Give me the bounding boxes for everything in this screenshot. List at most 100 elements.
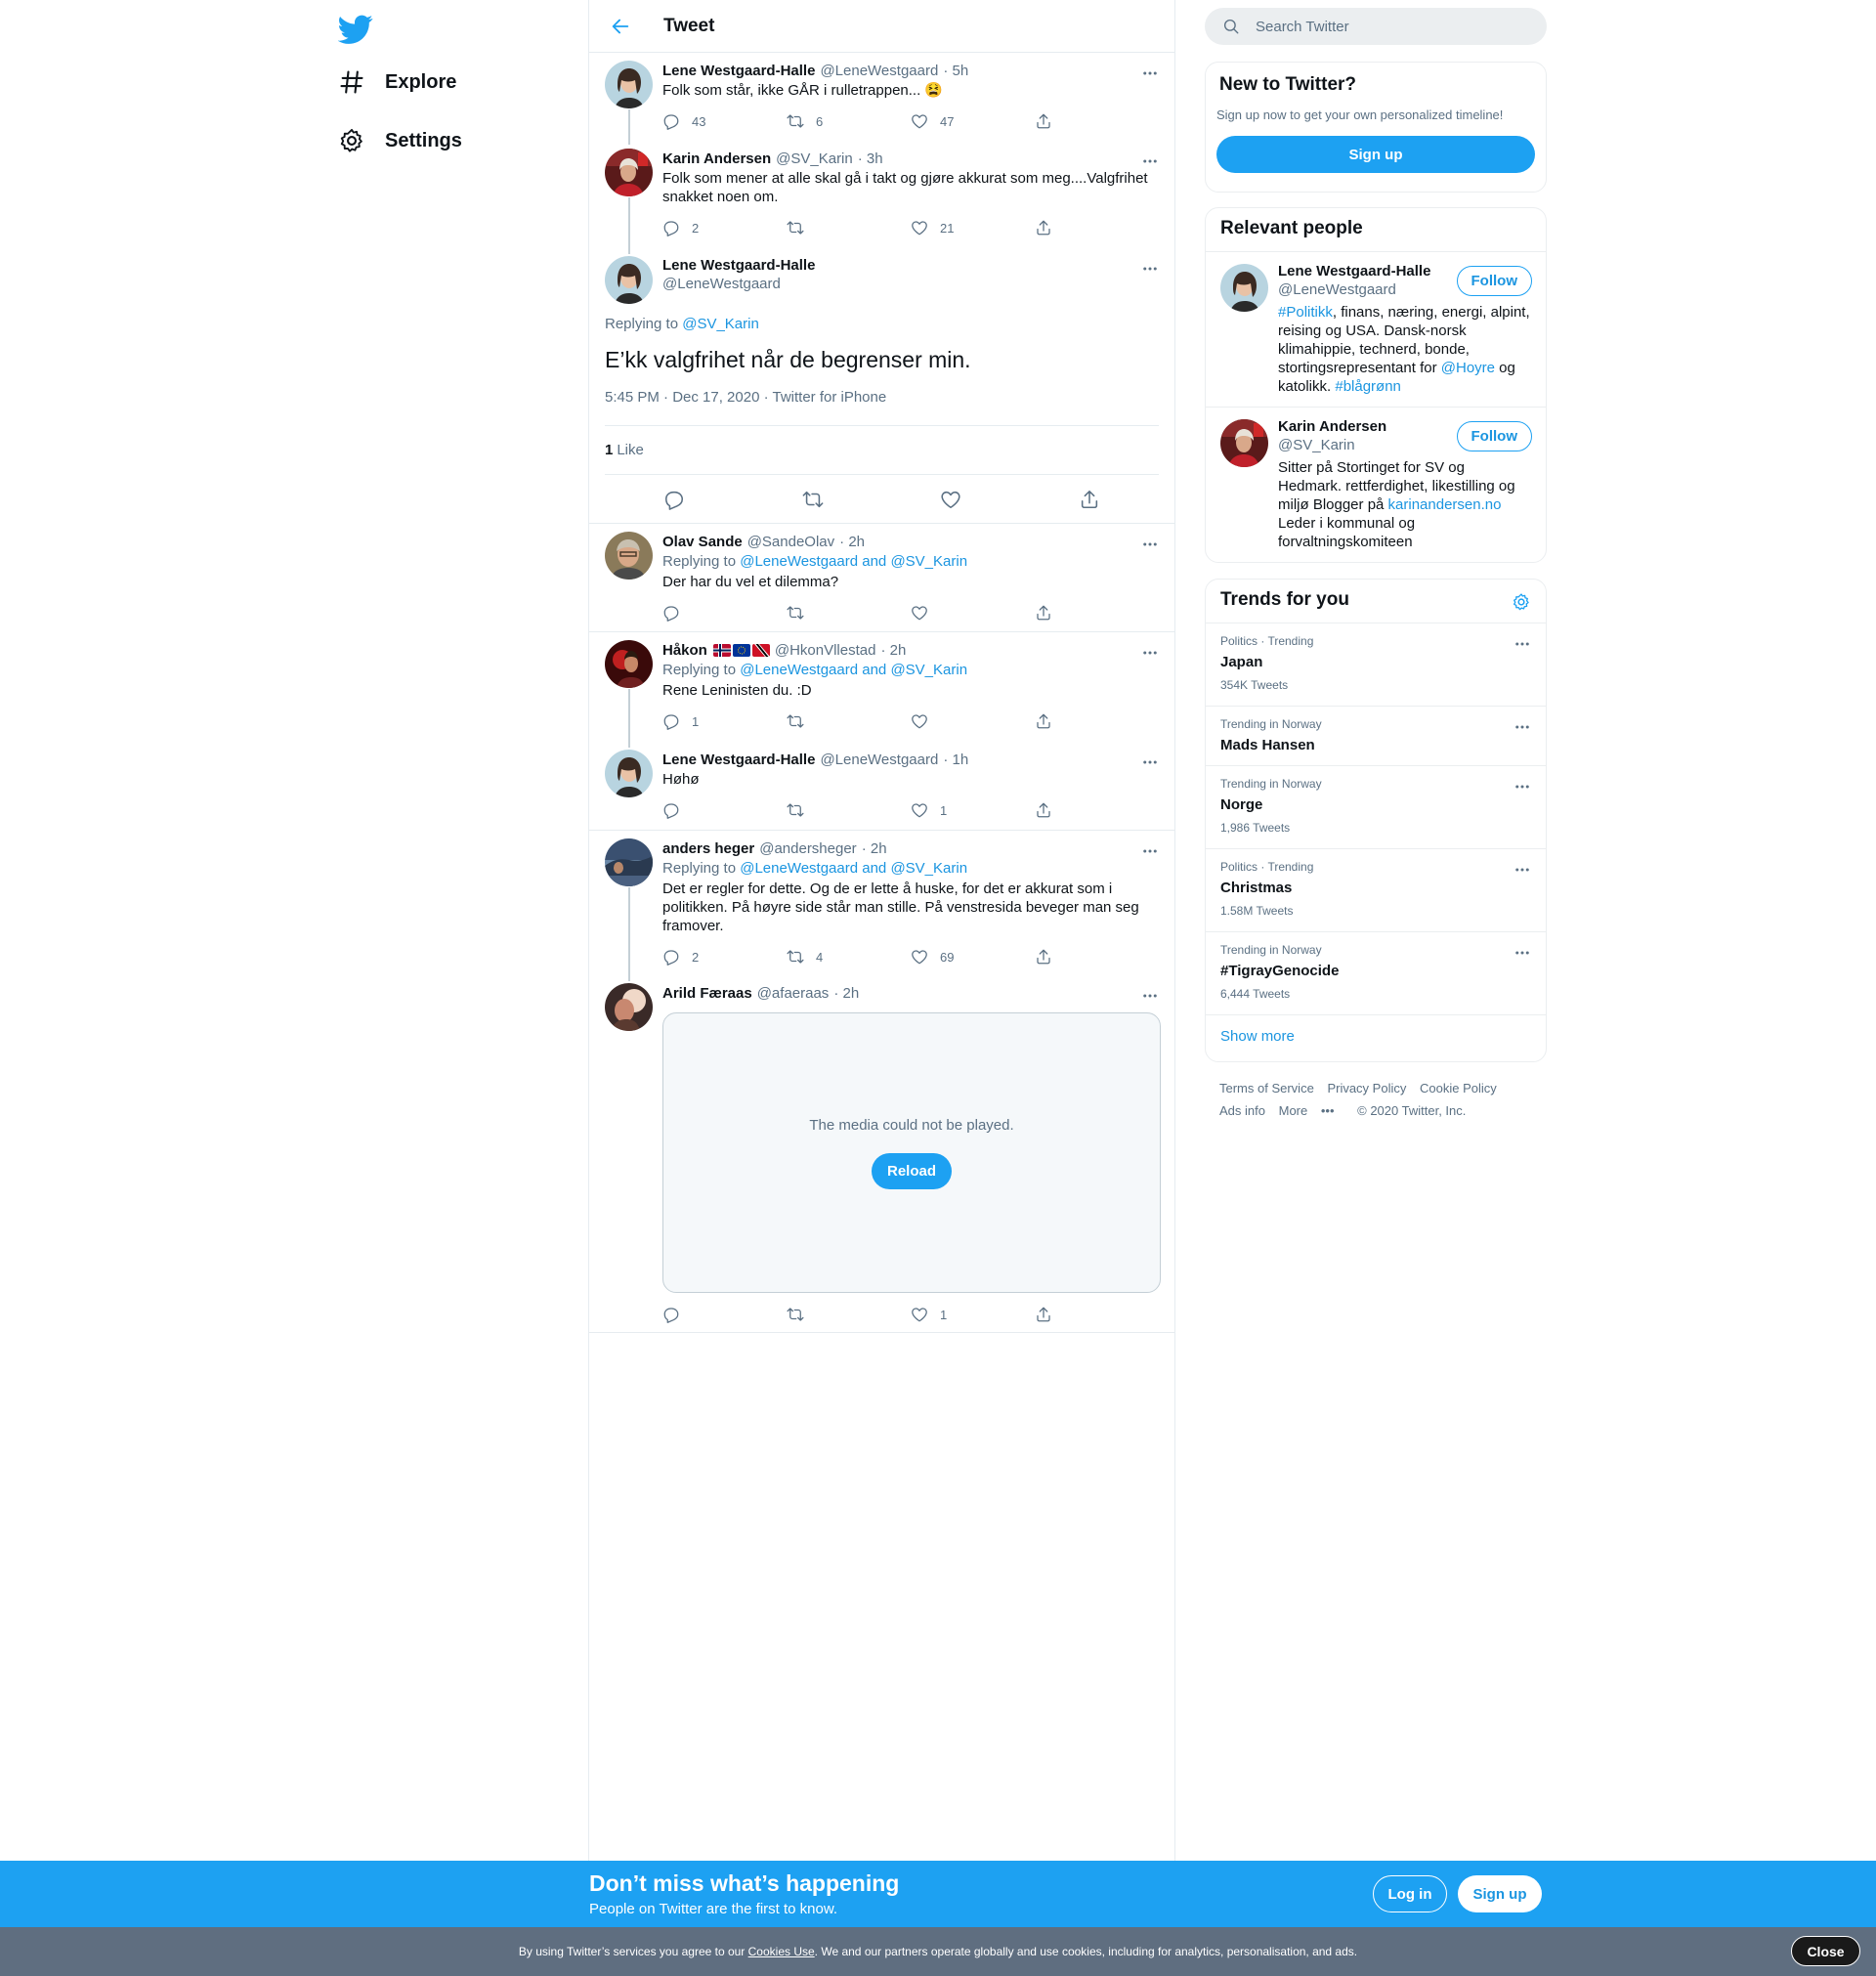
avatar[interactable] [1220, 264, 1268, 312]
avatar[interactable] [605, 61, 653, 108]
tweet-time[interactable]: · 5h [943, 63, 968, 79]
like-button[interactable]: 47 [911, 112, 1035, 130]
retweet-button[interactable] [787, 712, 911, 730]
person-item[interactable]: Follow Lene Westgaard-Halle @LeneWestgaa… [1206, 252, 1546, 408]
user-handle[interactable]: @HkonVllestad [775, 642, 876, 659]
more-icon[interactable] [1514, 944, 1531, 962]
user-handle[interactable]: @SV_Karin [776, 150, 853, 167]
reply-button[interactable] [662, 801, 787, 819]
reply-button[interactable]: 2 [662, 948, 787, 966]
user-handle[interactable]: @LeneWestgaard [662, 275, 1159, 293]
avatar[interactable] [605, 750, 653, 797]
replying-to-link[interactable]: @SV_Karin [682, 316, 759, 332]
share-button[interactable] [1035, 604, 1159, 622]
twitter-logo-icon[interactable] [338, 12, 373, 47]
reply-button[interactable]: 1 [662, 712, 787, 730]
sign-up-button[interactable]: Sign up [1216, 136, 1535, 173]
avatar[interactable] [605, 983, 653, 1031]
user-name[interactable]: Olav Sande [662, 534, 743, 550]
banner-sign-up-button[interactable]: Sign up [1458, 1875, 1542, 1912]
share-icon[interactable] [1079, 489, 1100, 510]
retweet-button[interactable] [787, 1306, 911, 1323]
trend-item[interactable]: Trending in Norway Norge 1,986 Tweets [1206, 766, 1546, 849]
tweet-time[interactable]: · 2h [839, 534, 865, 550]
retweet-button[interactable]: 4 [787, 948, 911, 966]
tweet-timestamp[interactable]: 5:45 PM · Dec 17, 2020 · Twitter for iPh… [605, 389, 1159, 406]
reload-button[interactable]: Reload [871, 1152, 952, 1189]
tweet[interactable]: Lene Westgaard-Halle @LeneWestgaard · 5h… [589, 53, 1174, 143]
user-name[interactable]: Lene Westgaard-Halle [662, 752, 815, 768]
tweet[interactable]: Arild Færaas @afaeraas · 2h The media co… [589, 975, 1174, 1333]
share-button[interactable] [1035, 712, 1159, 730]
trend-item[interactable]: Politics · Trending Japan 354K Tweets [1206, 623, 1546, 707]
share-button[interactable] [1035, 219, 1159, 236]
mention-link[interactable]: @Hoyre [1441, 360, 1495, 376]
user-name[interactable]: Lene Westgaard-Halle [662, 63, 815, 79]
user-name[interactable]: Karin Andersen [662, 150, 771, 167]
like-button[interactable] [911, 712, 1035, 730]
avatar[interactable] [605, 838, 653, 886]
reply-button[interactable]: 2 [662, 219, 787, 236]
more-icon[interactable] [1141, 536, 1159, 553]
reply-button[interactable] [662, 604, 787, 622]
footer-link-more[interactable]: More ••• [1279, 1103, 1344, 1118]
cookies-use-link[interactable]: Cookies Use [748, 1945, 815, 1958]
user-name[interactable]: anders heger [662, 840, 754, 857]
more-icon[interactable] [1141, 987, 1159, 1005]
more-icon[interactable] [1141, 64, 1159, 82]
avatar[interactable] [605, 640, 653, 688]
tweet[interactable]: Olav Sande @SandeOlav · 2h Replying to @… [589, 524, 1174, 632]
more-icon[interactable] [1514, 778, 1531, 795]
user-handle[interactable]: @afaeraas [757, 985, 830, 1002]
footer-link-cookie[interactable]: Cookie Policy [1420, 1081, 1497, 1095]
back-button[interactable] [603, 9, 638, 44]
avatar[interactable] [605, 149, 653, 196]
reply-button[interactable]: 43 [662, 112, 787, 130]
user-handle[interactable]: @LeneWestgaard [820, 63, 938, 79]
log-in-button[interactable]: Log in [1373, 1875, 1447, 1912]
more-icon[interactable] [1141, 152, 1159, 170]
like-button[interactable]: 1 [911, 1306, 1035, 1323]
more-icon[interactable] [1141, 753, 1159, 771]
avatar[interactable] [1220, 419, 1268, 467]
avatar[interactable] [605, 256, 653, 304]
gear-icon[interactable] [1512, 592, 1531, 612]
trend-item[interactable]: Trending in Norway Mads Hansen [1206, 707, 1546, 766]
like-button[interactable]: 69 [911, 948, 1035, 966]
tweet[interactable]: Håkon @HkonVllestad · 2h Replying to @Le… [589, 632, 1174, 744]
replying-to-link[interactable]: @LeneWestgaard and @SV_Karin [740, 553, 967, 570]
retweet-button[interactable] [787, 604, 911, 622]
avatar[interactable] [605, 532, 653, 580]
tweet-time[interactable]: · 2h [880, 642, 906, 659]
retweet-button[interactable] [787, 219, 911, 236]
retweet-icon[interactable] [802, 489, 824, 510]
like-icon[interactable] [940, 489, 961, 510]
hashtag-link[interactable]: #Politikk [1278, 304, 1333, 321]
person-item[interactable]: Follow Karin Andersen @SV_Karin Sitter p… [1206, 408, 1546, 562]
nav-explore[interactable]: Explore [338, 61, 456, 104]
share-button[interactable] [1035, 801, 1159, 819]
tweet[interactable]: Karin Andersen @SV_Karin · 3h Folk som m… [589, 141, 1174, 250]
replying-to-link[interactable]: @LeneWestgaard and @SV_Karin [740, 860, 967, 877]
footer-link-terms[interactable]: Terms of Service [1219, 1081, 1314, 1095]
tweet-time[interactable]: · 2h [862, 840, 887, 857]
user-name[interactable]: Arild Færaas [662, 985, 752, 1002]
more-icon[interactable] [1514, 635, 1531, 653]
tweet-time[interactable]: · 3h [858, 150, 883, 167]
tweet-stats[interactable]: 1 Like [605, 425, 1159, 475]
reply-icon[interactable] [663, 489, 685, 510]
follow-button[interactable]: Follow [1456, 266, 1532, 296]
footer-link-privacy[interactable]: Privacy Policy [1327, 1081, 1406, 1095]
nav-settings[interactable]: Settings [338, 119, 462, 162]
share-button[interactable] [1035, 112, 1159, 130]
show-more-link[interactable]: Show more [1206, 1015, 1546, 1057]
user-name[interactable]: Håkon [662, 642, 707, 659]
replying-to-link[interactable]: @LeneWestgaard and @SV_Karin [740, 662, 967, 678]
retweet-button[interactable] [787, 801, 911, 819]
hashtag-link[interactable]: #blågrønn [1335, 378, 1401, 395]
like-button[interactable] [911, 604, 1035, 622]
search-input[interactable]: Search Twitter [1205, 8, 1547, 45]
more-icon[interactable] [1141, 260, 1159, 278]
like-button[interactable]: 21 [911, 219, 1035, 236]
share-button[interactable] [1035, 948, 1159, 966]
